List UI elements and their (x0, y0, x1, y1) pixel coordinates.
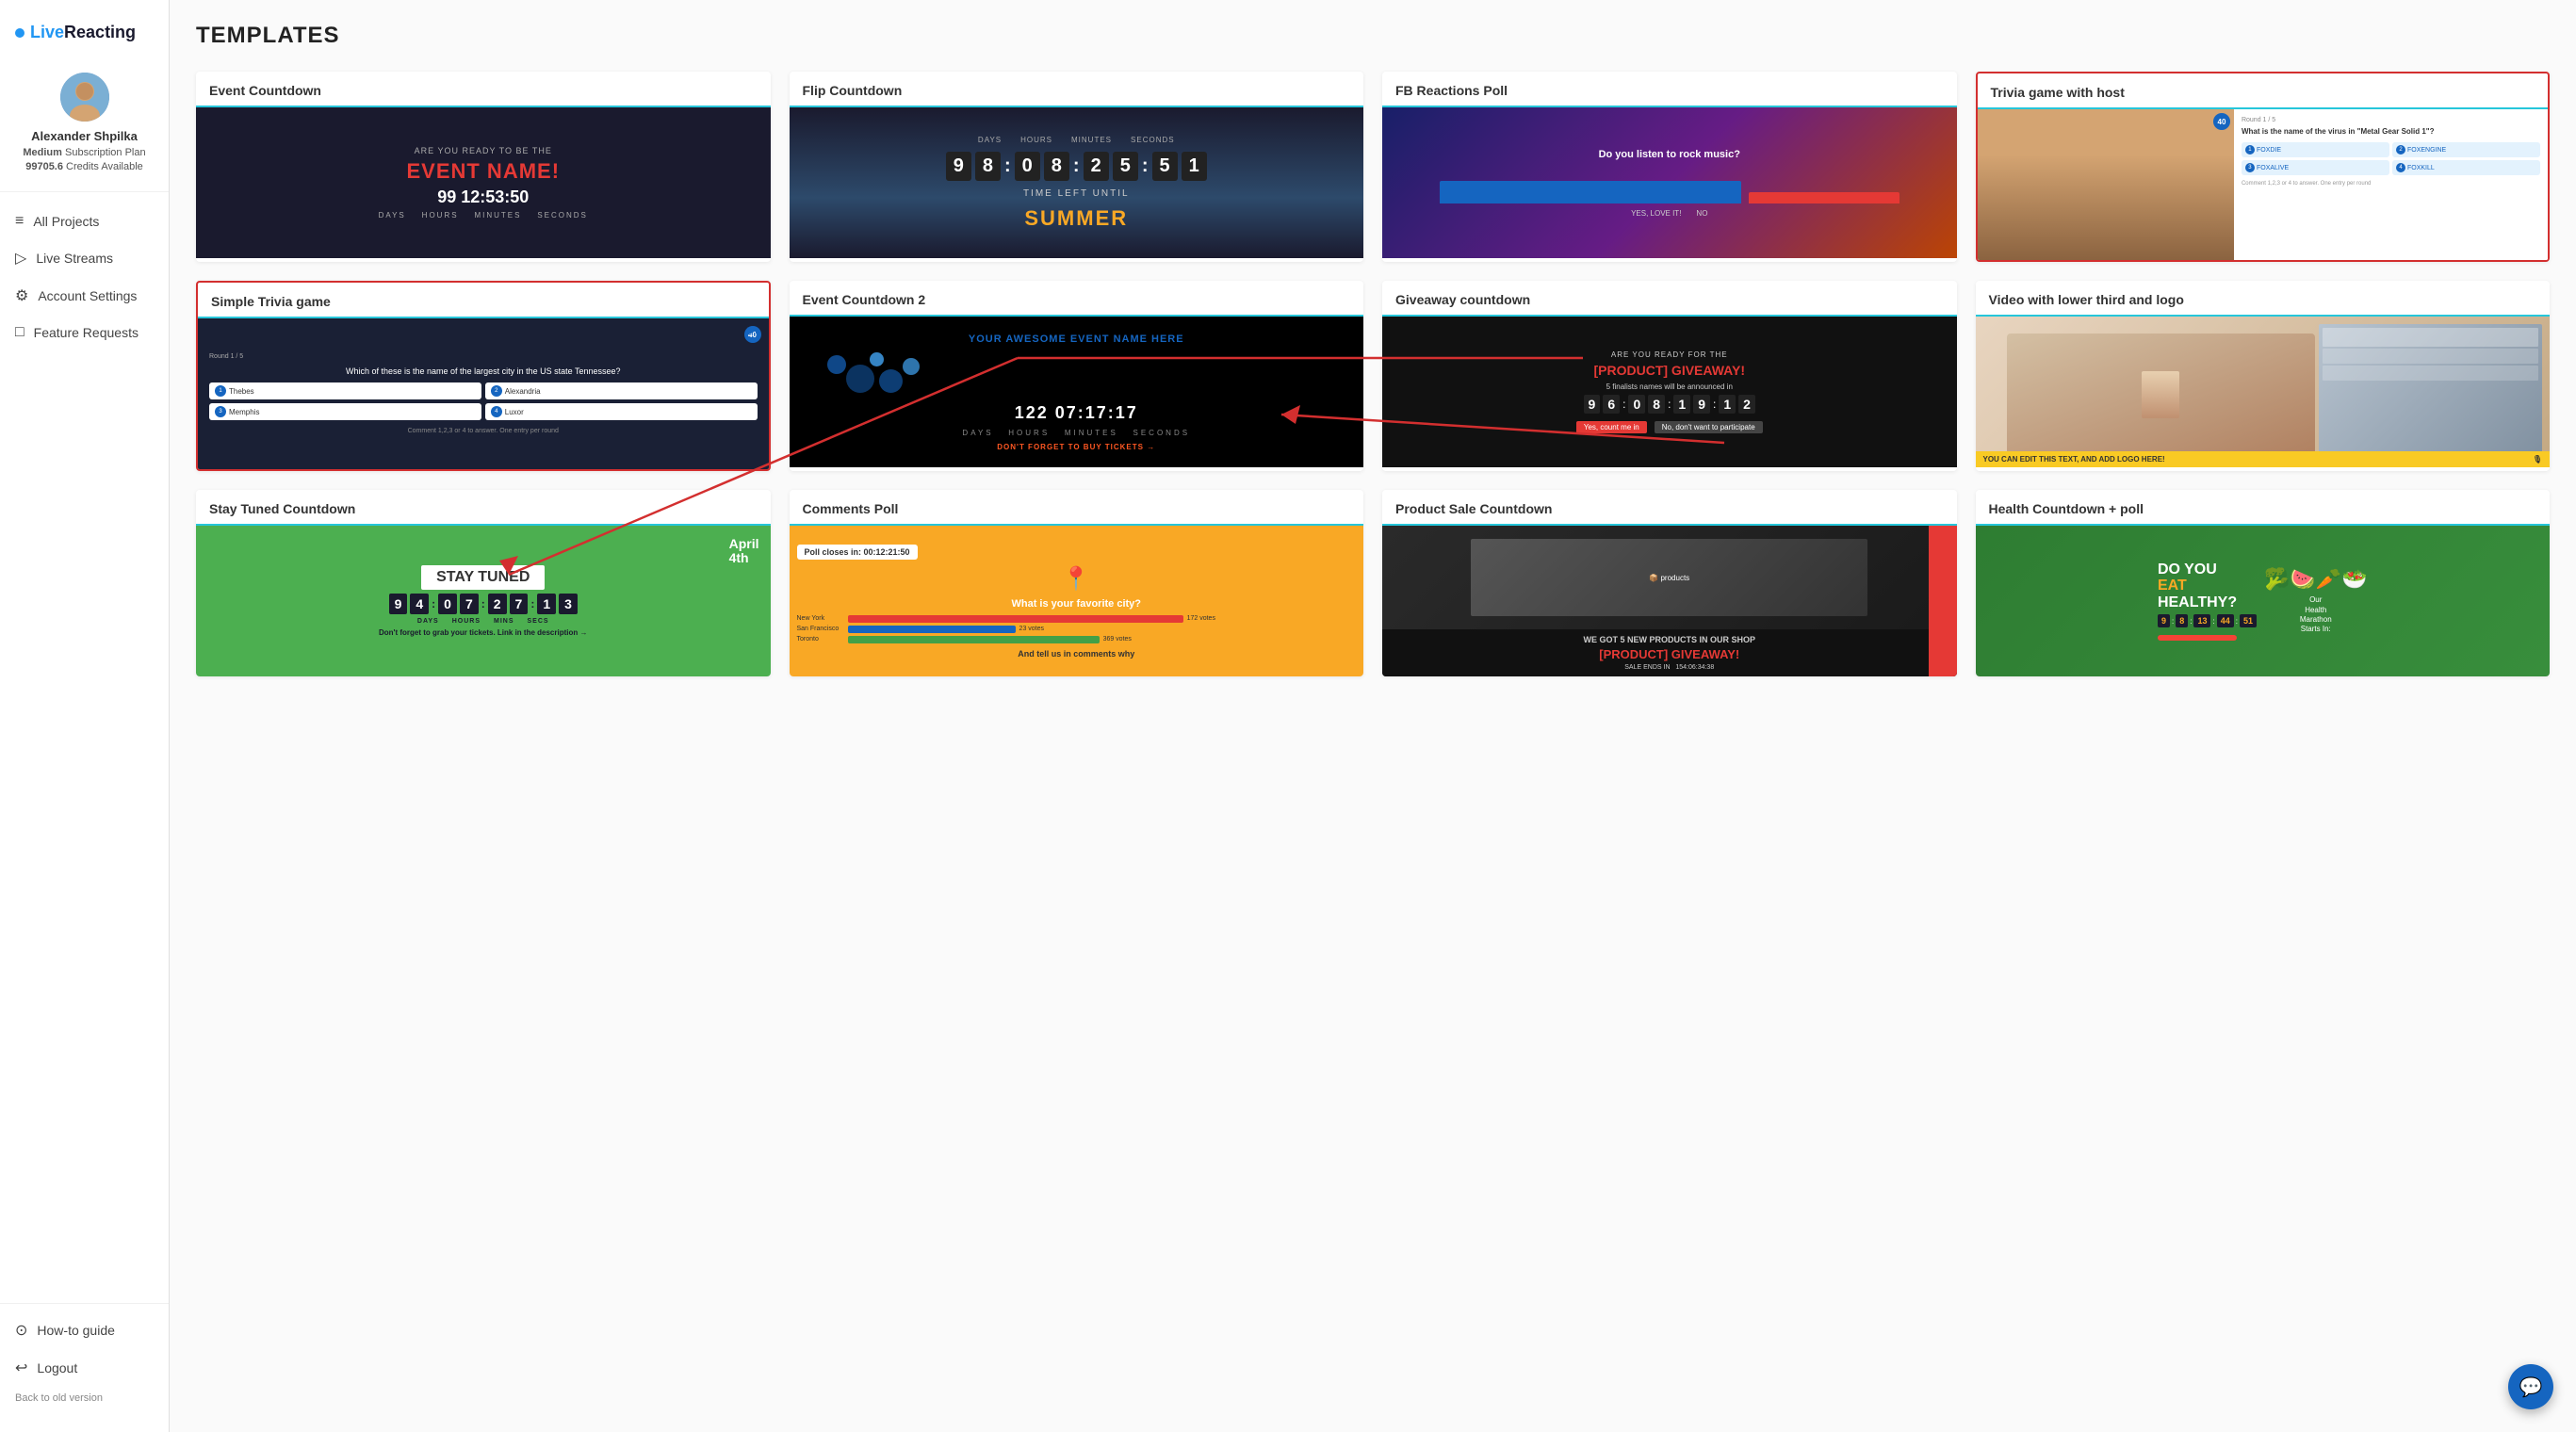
sidebar: LiveReacting Alexander Shpilka Medium Su… (0, 0, 170, 1432)
card-title: Trivia game with host (1978, 73, 2549, 109)
template-card-stay-tuned-countdown[interactable]: Stay Tuned Countdown April4th STAY TUNED… (196, 490, 771, 676)
card-title: Giveaway countdown (1382, 281, 1957, 317)
template-card-event-countdown-2[interactable]: Event Countdown 2 YOUR AWESOME EVENT NAM… (790, 281, 1364, 471)
logo[interactable]: LiveReacting (0, 15, 169, 61)
card-title: Product Sale Countdown (1382, 490, 1957, 526)
comment-icon: □ (15, 324, 24, 341)
card-preview: ARE YOU READY TO BE THE EVENT NAME! 99 1… (196, 107, 771, 258)
card-title: FB Reactions Poll (1382, 72, 1957, 107)
card-title: Comments Poll (790, 490, 1364, 526)
page-title: TEMPLATES (196, 23, 2550, 49)
card-preview: DAYSHOURSMINUTESSECONDS 98 : 08 : 25 : 5… (790, 107, 1364, 258)
card-preview: Do you listen to rock music? YES, LOVE I… (1382, 107, 1957, 258)
card-preview: YOU CAN EDIT THIS TEXT, AND ADD LOGO HER… (1976, 317, 2551, 467)
card-preview: 📦 products WE GOT 5 NEW PRODUCTS IN OUR … (1382, 526, 1957, 676)
card-title: Video with lower third and logo (1976, 281, 2551, 317)
logo-dot (15, 28, 24, 38)
card-preview: ARE YOU READY FOR THE [PRODUCT] GIVEAWAY… (1382, 317, 1957, 467)
template-card-trivia-game-host[interactable]: Trivia game with host 40 Round 1 / 5 Wha… (1976, 72, 2551, 262)
card-preview: YOUR AWESOME EVENT NAME HERE 122 07:17:1… (790, 317, 1364, 467)
gear-icon: ⚙ (15, 286, 28, 305)
card-title: Simple Trivia game (198, 283, 769, 318)
card-preview: Round 1 / 5 40 ▶L Which of these is the … (198, 318, 769, 469)
question-icon: ⊙ (15, 1321, 27, 1340)
sidebar-item-all-projects[interactable]: ≡ All Projects (0, 203, 169, 239)
chat-button[interactable]: 💬 (2508, 1364, 2553, 1409)
template-card-video-lower-third[interactable]: Video with lower third and logo (1976, 281, 2551, 471)
user-name: Alexander Shpilka (31, 129, 138, 143)
bottom-nav: ⊙ How-to guide ↩ Logout Back to old vers… (0, 1303, 169, 1417)
main-content: TEMPLATES Event Countdown ARE YOU READY … (170, 0, 2576, 1432)
nav-section: ≡ All Projects ▷ Live Streams ⚙ Account … (0, 192, 169, 1303)
menu-icon: ≡ (15, 213, 24, 230)
card-preview: April4th STAY TUNED 94 : 07 : 27 : 13 DA… (196, 526, 771, 676)
logout-icon: ↩ (15, 1359, 27, 1377)
card-preview: DO YOUEATHEALTHY? 9: 8: 13: 44: 51 🥦🍉🥕🥗 … (1976, 526, 2551, 676)
credits: 99705.6 Credits Available (25, 161, 143, 172)
sidebar-item-live-streams[interactable]: ▷ Live Streams (0, 239, 169, 277)
card-title: Health Countdown + poll (1976, 490, 2551, 526)
card-title: Event Countdown 2 (790, 281, 1364, 317)
template-card-flip-countdown[interactable]: Flip Countdown DAYSHOURSMINUTESSECONDS 9… (790, 72, 1364, 262)
chat-icon: 💬 (2519, 1375, 2543, 1399)
template-card-giveaway-countdown[interactable]: Giveaway countdown ARE YOU READY FOR THE… (1382, 281, 1957, 471)
sidebar-item-feature-requests[interactable]: □ Feature Requests (0, 315, 169, 350)
card-preview: Poll closes in: 00:12:21:50 📍 What is yo… (790, 526, 1364, 676)
template-card-health-countdown-poll[interactable]: Health Countdown + poll DO YOUEATHEALTHY… (1976, 490, 2551, 676)
sidebar-item-how-to-guide[interactable]: ⊙ How-to guide (0, 1311, 169, 1349)
user-section: Alexander Shpilka Medium Subscription Pl… (0, 61, 169, 192)
card-title: Flip Countdown (790, 72, 1364, 107)
card-title: Stay Tuned Countdown (196, 490, 771, 526)
back-old-version[interactable]: Back to old version (0, 1387, 169, 1409)
template-card-fb-reactions-poll[interactable]: FB Reactions Poll Do you listen to rock … (1382, 72, 1957, 262)
template-card-simple-trivia-game[interactable]: Simple Trivia game Round 1 / 5 40 ▶L Whi… (196, 281, 771, 471)
avatar (60, 73, 109, 122)
card-title: Event Countdown (196, 72, 771, 107)
template-card-event-countdown[interactable]: Event Countdown ARE YOU READY TO BE THE … (196, 72, 771, 262)
template-card-comments-poll[interactable]: Comments Poll Poll closes in: 00:12:21:5… (790, 490, 1364, 676)
template-card-product-sale-countdown[interactable]: Product Sale Countdown 📦 products WE GOT… (1382, 490, 1957, 676)
sidebar-item-logout[interactable]: ↩ Logout (0, 1349, 169, 1387)
subscription-plan: Medium Subscription Plan (23, 147, 145, 158)
sidebar-item-account-settings[interactable]: ⚙ Account Settings (0, 277, 169, 315)
templates-grid: Event Countdown ARE YOU READY TO BE THE … (196, 72, 2550, 676)
card-preview: 40 Round 1 / 5 What is the name of the v… (1978, 109, 2549, 260)
logo-text: LiveReacting (30, 23, 136, 42)
play-icon: ▷ (15, 249, 26, 268)
